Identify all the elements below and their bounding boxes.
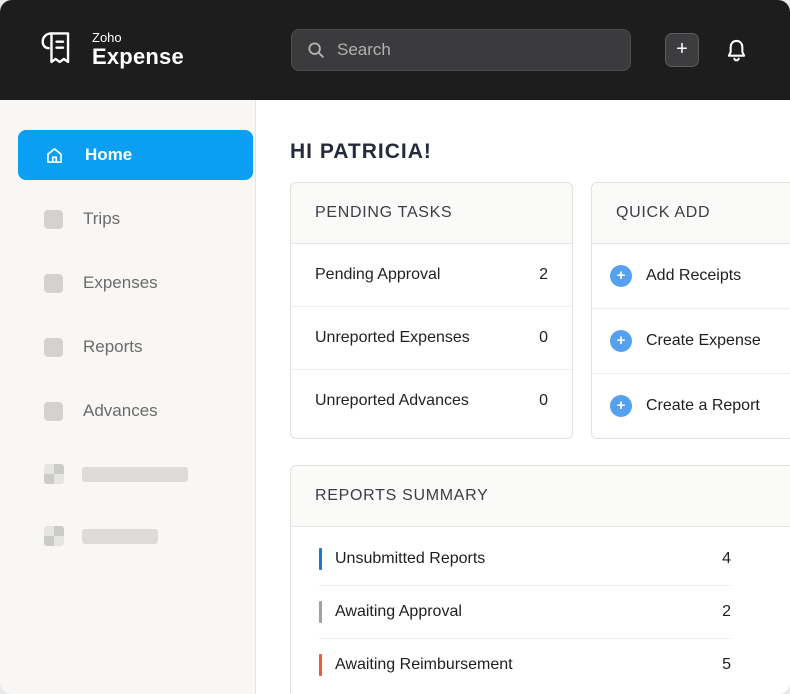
skeleton-icon	[44, 464, 64, 484]
app-window: Zoho Expense +	[0, 0, 790, 694]
task-label: Unreported Advances	[315, 392, 469, 410]
sidebar-skeleton-item	[44, 526, 255, 546]
quick-add-label: Add Receipts	[646, 267, 741, 285]
quick-add-label: Create Expense	[646, 332, 761, 350]
awaiting-approval-row[interactable]: Awaiting Approval 2	[319, 586, 731, 639]
skeleton-bar	[82, 467, 188, 482]
top-bar: Zoho Expense +	[0, 0, 790, 100]
reports-summary-title: REPORTS SUMMARY	[291, 466, 790, 527]
sidebar-item-reports[interactable]: Reports	[18, 322, 253, 372]
notifications-button[interactable]	[723, 37, 750, 64]
quick-add-card: QUICK ADD + Add Receipts + Create Expens…	[591, 182, 790, 439]
reports-summary-rows: Unsubmitted Reports 4 Awaiting Approval …	[291, 527, 790, 691]
greeting: HI PATRICIA!	[290, 140, 790, 164]
bell-icon	[723, 37, 750, 64]
sidebar-item-label: Advances	[83, 401, 158, 421]
search-input[interactable]	[337, 40, 616, 60]
plus-icon: +	[610, 395, 632, 417]
trips-icon	[44, 210, 63, 229]
status-color-bar	[319, 548, 322, 570]
zoho-expense-logo-icon	[34, 27, 80, 73]
pending-tasks-card: PENDING TASKS Pending Approval 2 Unrepor…	[290, 182, 573, 439]
home-icon	[44, 145, 65, 166]
sidebar-item-advances[interactable]: Advances	[18, 386, 253, 436]
status-color-bar	[319, 654, 322, 676]
create-expense-item[interactable]: + Create Expense	[592, 309, 790, 374]
brand-logo[interactable]: Zoho Expense	[34, 27, 184, 73]
summary-label: Awaiting Approval	[335, 603, 722, 621]
brand-text: Zoho Expense	[92, 31, 184, 69]
task-value: 0	[539, 392, 548, 410]
summary-value: 4	[722, 550, 731, 568]
sidebar-item-label: Reports	[83, 337, 143, 357]
unreported-expenses-row[interactable]: Unreported Expenses 0	[291, 307, 572, 370]
reports-icon	[44, 338, 63, 357]
add-receipts-item[interactable]: + Add Receipts	[592, 244, 790, 309]
brand-zoho: Zoho	[92, 31, 184, 45]
sidebar-item-label: Expenses	[83, 273, 158, 293]
pending-approval-row[interactable]: Pending Approval 2	[291, 244, 572, 307]
unreported-advances-row[interactable]: Unreported Advances 0	[291, 370, 572, 432]
pending-tasks-title: PENDING TASKS	[291, 183, 572, 244]
task-value: 2	[539, 266, 548, 284]
sidebar-item-expenses[interactable]: Expenses	[18, 258, 253, 308]
quick-add-label: Create a Report	[646, 397, 760, 415]
unsubmitted-reports-row[interactable]: Unsubmitted Reports 4	[319, 533, 731, 586]
create-report-item[interactable]: + Create a Report	[592, 374, 790, 438]
advances-icon	[44, 402, 63, 421]
sidebar-item-label: Trips	[83, 209, 120, 229]
main-content: HI PATRICIA! PENDING TASKS Pending Appro…	[256, 100, 790, 694]
skeleton-bar	[82, 529, 158, 544]
sidebar-item-trips[interactable]: Trips	[18, 194, 253, 244]
plus-icon: +	[610, 265, 632, 287]
page-body: Home Trips Expenses Reports Advances	[0, 100, 790, 694]
search-icon	[306, 40, 326, 60]
task-value: 0	[539, 329, 548, 347]
summary-value: 2	[722, 603, 731, 621]
summary-label: Awaiting Reimbursement	[335, 656, 722, 674]
awaiting-reimbursement-row[interactable]: Awaiting Reimbursement 5	[319, 639, 731, 691]
expenses-icon	[44, 274, 63, 293]
plus-icon: +	[610, 330, 632, 352]
reports-summary-card: REPORTS SUMMARY Unsubmitted Reports 4 Aw…	[290, 465, 790, 694]
summary-value: 5	[722, 656, 731, 674]
sidebar: Home Trips Expenses Reports Advances	[0, 100, 256, 694]
quick-add-title: QUICK ADD	[592, 183, 790, 244]
sidebar-item-home[interactable]: Home	[18, 130, 253, 180]
skeleton-icon	[44, 526, 64, 546]
sidebar-skeleton-item	[44, 464, 255, 484]
brand-expense: Expense	[92, 45, 184, 69]
task-label: Pending Approval	[315, 266, 440, 284]
search-box[interactable]	[291, 29, 631, 71]
summary-label: Unsubmitted Reports	[335, 550, 722, 568]
sidebar-item-label: Home	[85, 145, 132, 165]
status-color-bar	[319, 601, 322, 623]
add-button[interactable]: +	[665, 33, 699, 67]
cards-row: PENDING TASKS Pending Approval 2 Unrepor…	[290, 182, 790, 439]
task-label: Unreported Expenses	[315, 329, 470, 347]
